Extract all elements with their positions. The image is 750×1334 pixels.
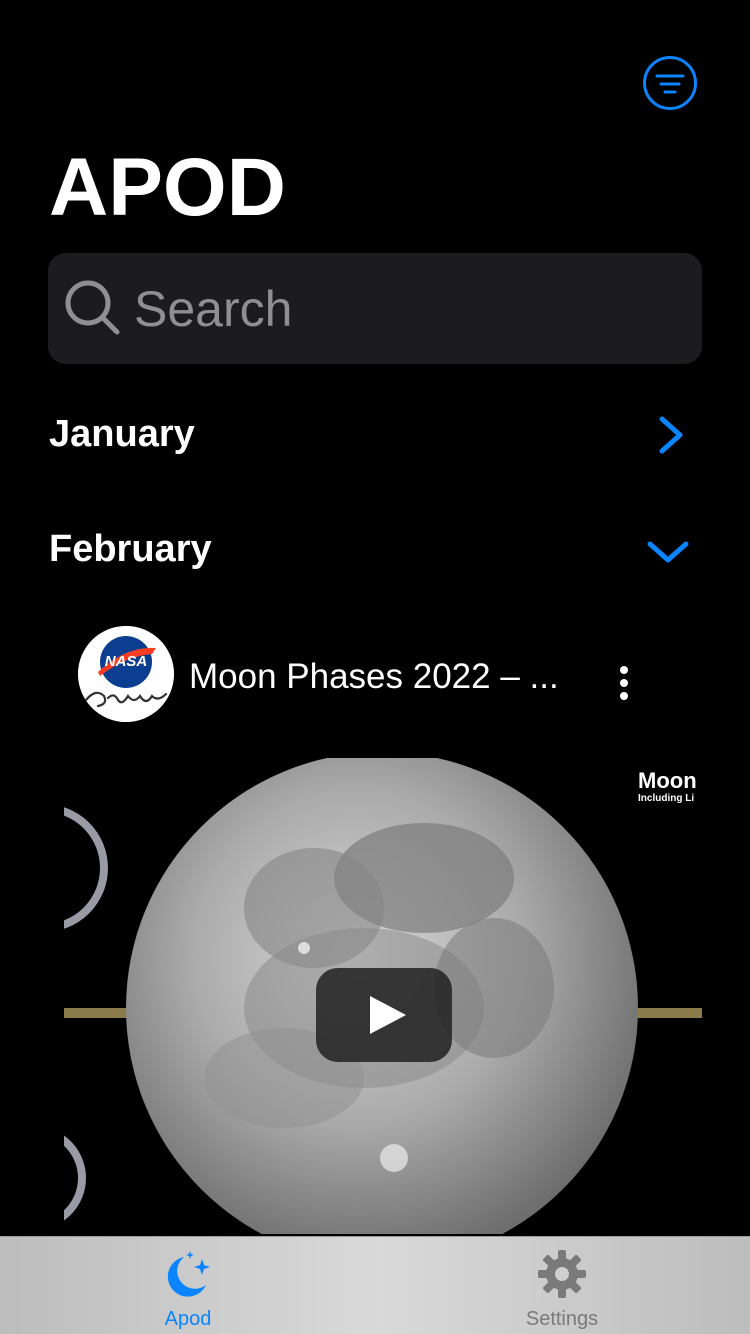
video-title[interactable]: Moon Phases 2022 – ... [189, 655, 579, 699]
play-button[interactable] [316, 968, 452, 1062]
play-icon [370, 996, 406, 1034]
month-label-february: February [49, 528, 212, 570]
thumbnail-heading: Moon [638, 768, 697, 793]
tab-label-settings: Settings [525, 1308, 599, 1330]
moon-stars-icon [167, 1251, 210, 1297]
chevron-right-icon[interactable] [656, 415, 686, 455]
page-title: APOD [49, 142, 286, 233]
svg-text:NASA: NASA [105, 653, 148, 670]
filter-button[interactable] [643, 56, 697, 110]
search-icon [65, 280, 120, 335]
filter-circle-icon [655, 74, 685, 94]
month-label-january: January [49, 413, 195, 455]
channel-avatar[interactable]: NASA [78, 626, 174, 722]
gear-icon [538, 1250, 586, 1298]
tab-label-apod: Apod [164, 1308, 212, 1330]
more-vertical-icon[interactable] [612, 664, 636, 704]
search-placeholder: Search [134, 281, 293, 337]
thumbnail-subheading: Including Li [638, 793, 695, 804]
nasa-goddard-logo: NASA [78, 626, 174, 722]
tab-bar: Apod Settings [0, 1236, 750, 1334]
chevron-down-icon[interactable] [646, 538, 690, 566]
